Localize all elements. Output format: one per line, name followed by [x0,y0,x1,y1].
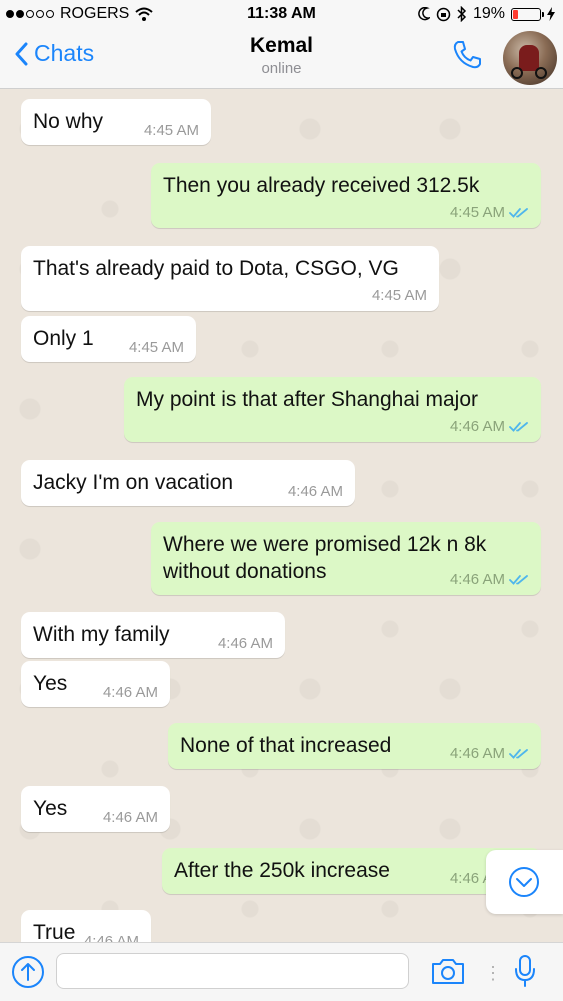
message-timestamp: 4:46 AM [449,571,505,588]
bluetooth-icon [457,6,467,22]
message-text: None of that increased [180,734,392,757]
message-time: 4:45 AM [144,122,199,140]
message-time: 4:45 AM [450,204,529,222]
scroll-down-chevron-icon [509,867,539,897]
incoming-message[interactable]: Jacky I'm on vacation 4:46 AM [21,460,355,506]
message-text: Jacky I'm on vacation [33,471,234,494]
message-time: 4:46 AM [288,483,343,501]
message-timestamp: 4:45 AM [371,287,427,304]
camera-button[interactable] [430,956,466,991]
read-receipt-icon [509,208,528,218]
message-text: Then you already received 312.5k [163,174,480,197]
message-timestamp: 4:46 AM [102,684,158,701]
message-text: True [33,921,76,942]
message-timestamp: 4:45 AM [143,122,199,139]
message-time: 4:46 AM [103,684,158,702]
message-timestamp: 4:46 AM [449,418,505,435]
voice-record-button[interactable] [514,954,536,993]
upload-arrow-icon [12,956,44,988]
message-text: Only 1 [33,327,94,350]
outgoing-message[interactable]: Then you already received 312.5k 4:45 AM [151,163,541,228]
status-bar: ROGERS 11:38 AM 19% [0,0,563,28]
camera-icon [432,959,464,984]
incoming-message[interactable]: No why 4:45 AM [21,99,211,145]
contact-avatar[interactable] [503,31,557,85]
battery-icon [511,7,544,21]
message-text: No why [33,110,104,133]
incoming-message[interactable]: Only 1 4:45 AM [21,316,196,362]
message-timestamp: 4:46 AM [217,635,273,652]
message-text: My point is that after Shanghai major [136,388,479,411]
message-text: That's already paid to Dota, CSGO, VG [33,257,399,280]
message-text: Yes [33,672,68,695]
outgoing-message[interactable]: None of that increased 4:46 AM [168,723,541,769]
status-right-group: 19% [418,5,555,23]
incoming-message[interactable]: With my family 4:46 AM [21,612,285,658]
message-timestamp: 4:46 AM [83,933,139,942]
message-time: 4:46 AM [450,418,529,436]
message-timestamp: 4:46 AM [287,483,343,500]
outgoing-message[interactable]: After the 250k increase 4:46 AM [162,848,541,894]
separator-dots: ⋮ [484,963,502,983]
message-time: 4:46 AM [450,745,529,763]
chat-header: Chats Kemal online [0,28,563,89]
message-time: 4:46 AM [218,635,273,653]
message-time: 4:45 AM [372,287,427,305]
moon-icon [418,7,430,21]
message-text: Where we were promised 12k n 8k without … [163,533,487,583]
outgoing-message[interactable]: My point is that after Shanghai major 4:4… [124,377,541,442]
microphone-icon [515,955,535,987]
message-time: 4:46 AM [103,809,158,827]
read-receipt-icon [509,749,528,759]
message-time: 4:46 AM [450,571,529,589]
incoming-message[interactable]: Yes 4:46 AM [21,786,170,832]
message-timestamp: 4:46 AM [449,745,505,762]
charging-bolt-icon [547,7,555,21]
message-time: 4:45 AM [129,339,184,357]
message-input[interactable] [56,953,409,989]
incoming-message[interactable]: That's already paid to Dota, CSGO, VG 4:4… [21,246,439,311]
attach-button[interactable] [11,955,45,994]
message-time: 4:46 AM [84,933,139,942]
message-timestamp: 4:46 AM [102,809,158,826]
rotation-lock-icon [436,7,451,21]
read-receipt-icon [509,575,528,585]
message-text: Yes [33,797,68,820]
message-text: With my family [33,623,170,646]
message-timestamp: 4:45 AM [449,204,505,221]
phone-icon [453,41,481,69]
compose-bar: ⋮ [0,942,563,1001]
incoming-message[interactable]: True 4:46 AM [21,910,151,942]
message-text: After the 250k increase [174,859,390,882]
call-button[interactable] [450,38,484,77]
read-receipt-icon [509,422,528,432]
message-timestamp: 4:45 AM [128,339,184,356]
message-list[interactable]: No why 4:45 AM Then you already received 3… [0,89,563,942]
scroll-to-bottom-button[interactable] [486,850,563,914]
outgoing-message[interactable]: Where we were promised 12k n 8k without … [151,522,541,595]
incoming-message[interactable]: Yes 4:46 AM [21,661,170,707]
battery-percent: 19% [472,5,505,22]
